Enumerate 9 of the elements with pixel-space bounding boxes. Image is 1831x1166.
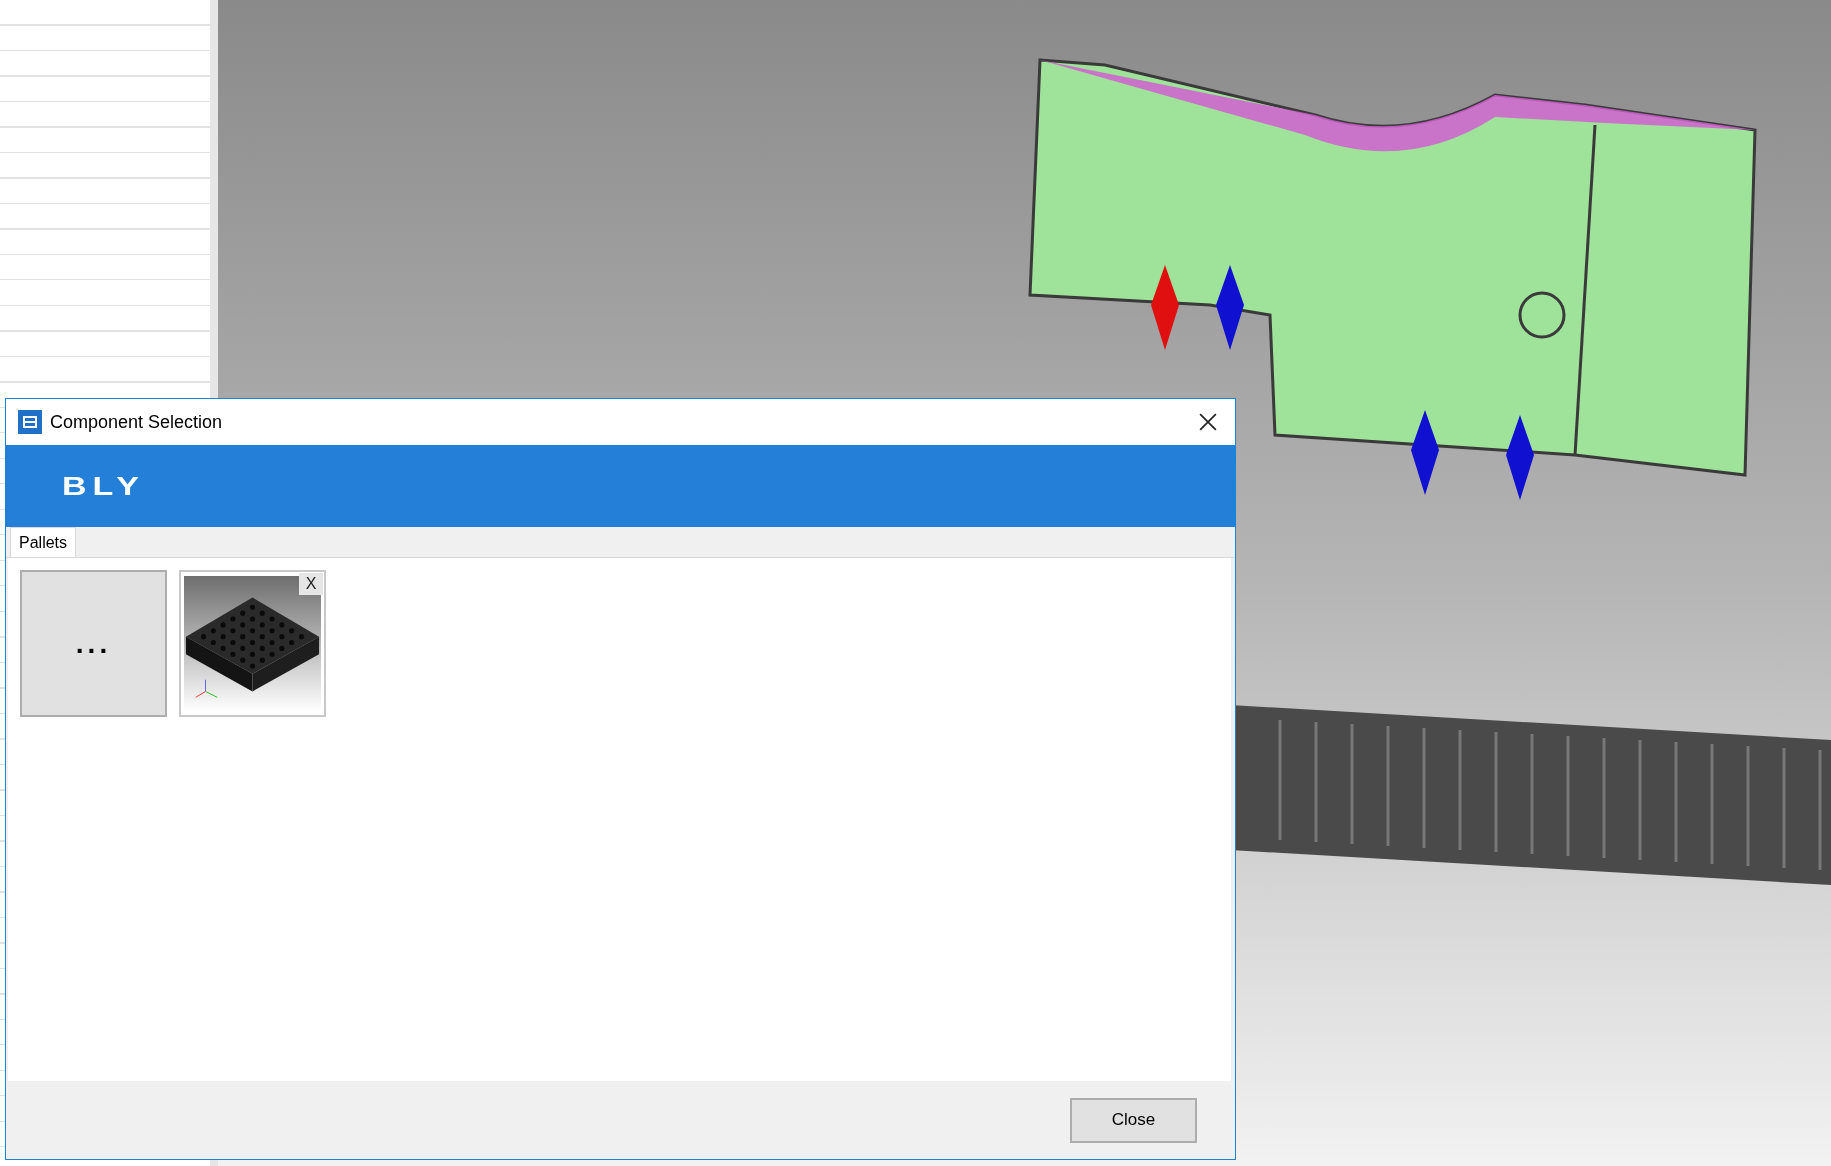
browse-button[interactable]: ...: [20, 570, 167, 717]
remove-button[interactable]: X: [299, 573, 323, 595]
app-icon: [18, 410, 42, 434]
close-button[interactable]: Close: [1070, 1097, 1197, 1143]
close-icon[interactable]: [1199, 413, 1217, 431]
pallet-thumbnail[interactable]: X: [179, 570, 326, 717]
logo: BLY: [62, 470, 145, 502]
tab[interactable]: Pallets: [10, 527, 77, 557]
window-title: Component Selection: [50, 410, 223, 434]
